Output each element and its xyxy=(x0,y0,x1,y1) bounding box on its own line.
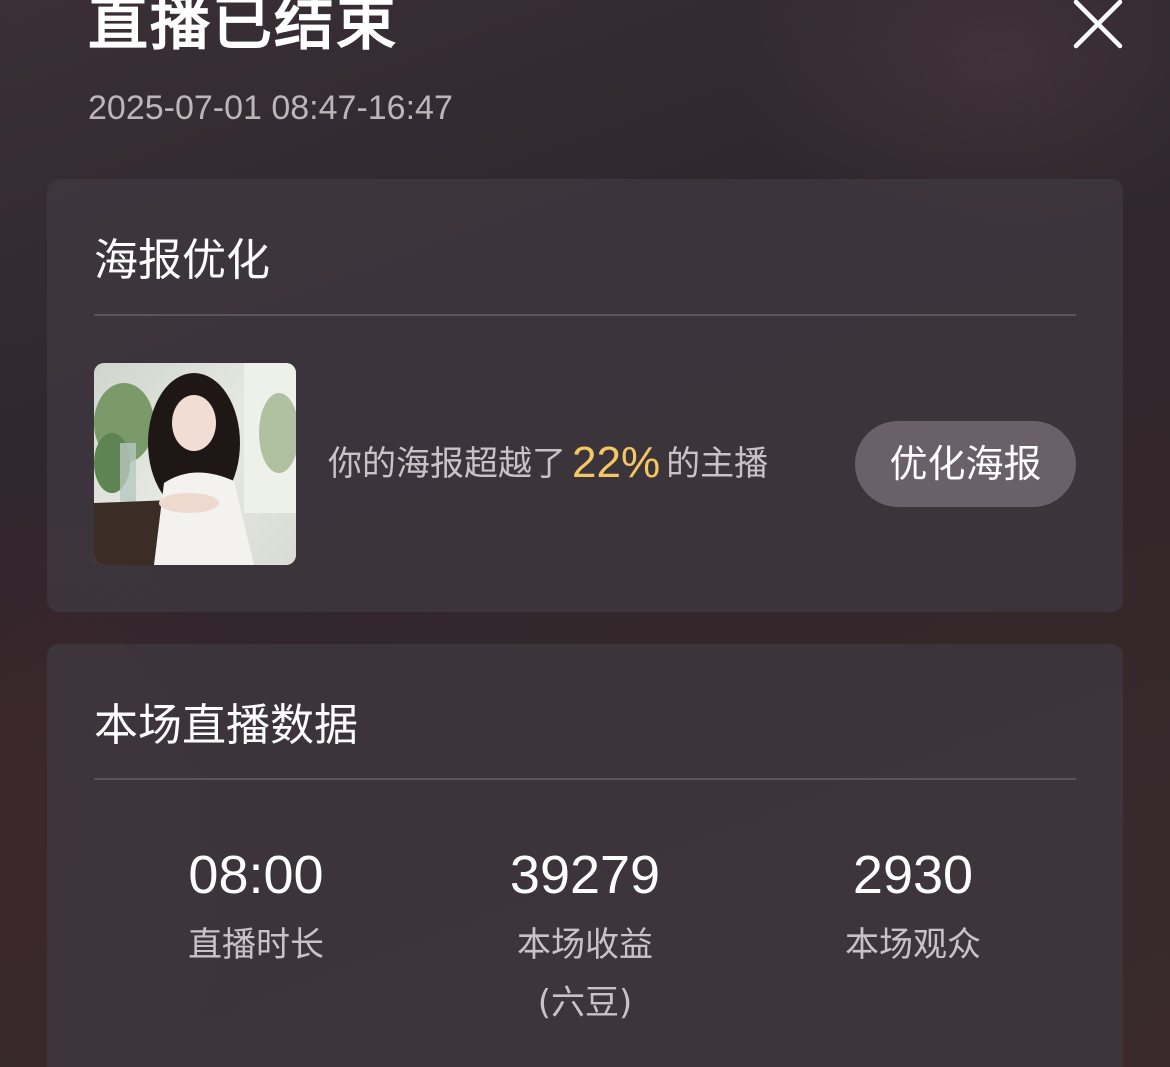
close-button[interactable] xyxy=(1068,0,1128,54)
poster-text-after: 的主播 xyxy=(666,444,769,484)
stat-unit-label: (六豆) xyxy=(537,983,633,1023)
live-stats-card: 本场直播数据 08:00 直播时长 39279 本场收益 (六豆) 2930 本… xyxy=(47,644,1123,1067)
optimize-poster-button[interactable]: 优化海报 xyxy=(855,421,1076,507)
stat-label: 直播时长 xyxy=(188,925,324,965)
page-title: 直播已结束 xyxy=(88,0,398,59)
poster-thumbnail[interactable] xyxy=(94,363,296,565)
poster-image xyxy=(94,363,296,565)
stat-value: 08:00 xyxy=(188,845,324,905)
close-icon xyxy=(1073,0,1123,49)
stat-duration: 08:00 直播时长 xyxy=(106,840,406,974)
live-time-range: 2025-07-01 08:47-16:47 xyxy=(88,89,453,127)
stat-value: 2930 xyxy=(852,845,974,905)
stat-value: 39279 xyxy=(509,845,661,905)
poster-text-before: 你的海报超越了 xyxy=(328,444,566,484)
divider xyxy=(94,778,1076,780)
poster-rank-text: 你的海报超越了 22% 的主播 xyxy=(328,433,768,494)
poster-percent: 22% xyxy=(572,438,661,487)
stat-revenue: 39279 本场收益 (六豆) xyxy=(435,840,735,1032)
stats-card-title: 本场直播数据 xyxy=(94,700,358,751)
poster-card-title: 海报优化 xyxy=(94,235,270,286)
stat-label: 本场收益 xyxy=(517,925,653,965)
divider xyxy=(94,314,1076,316)
stat-label: 本场观众 xyxy=(845,925,981,965)
stat-viewers: 2930 本场观众 xyxy=(763,840,1063,974)
poster-optimize-card: 海报优化 你的海报超越了 22% 的主播 优化海报 xyxy=(47,179,1123,612)
